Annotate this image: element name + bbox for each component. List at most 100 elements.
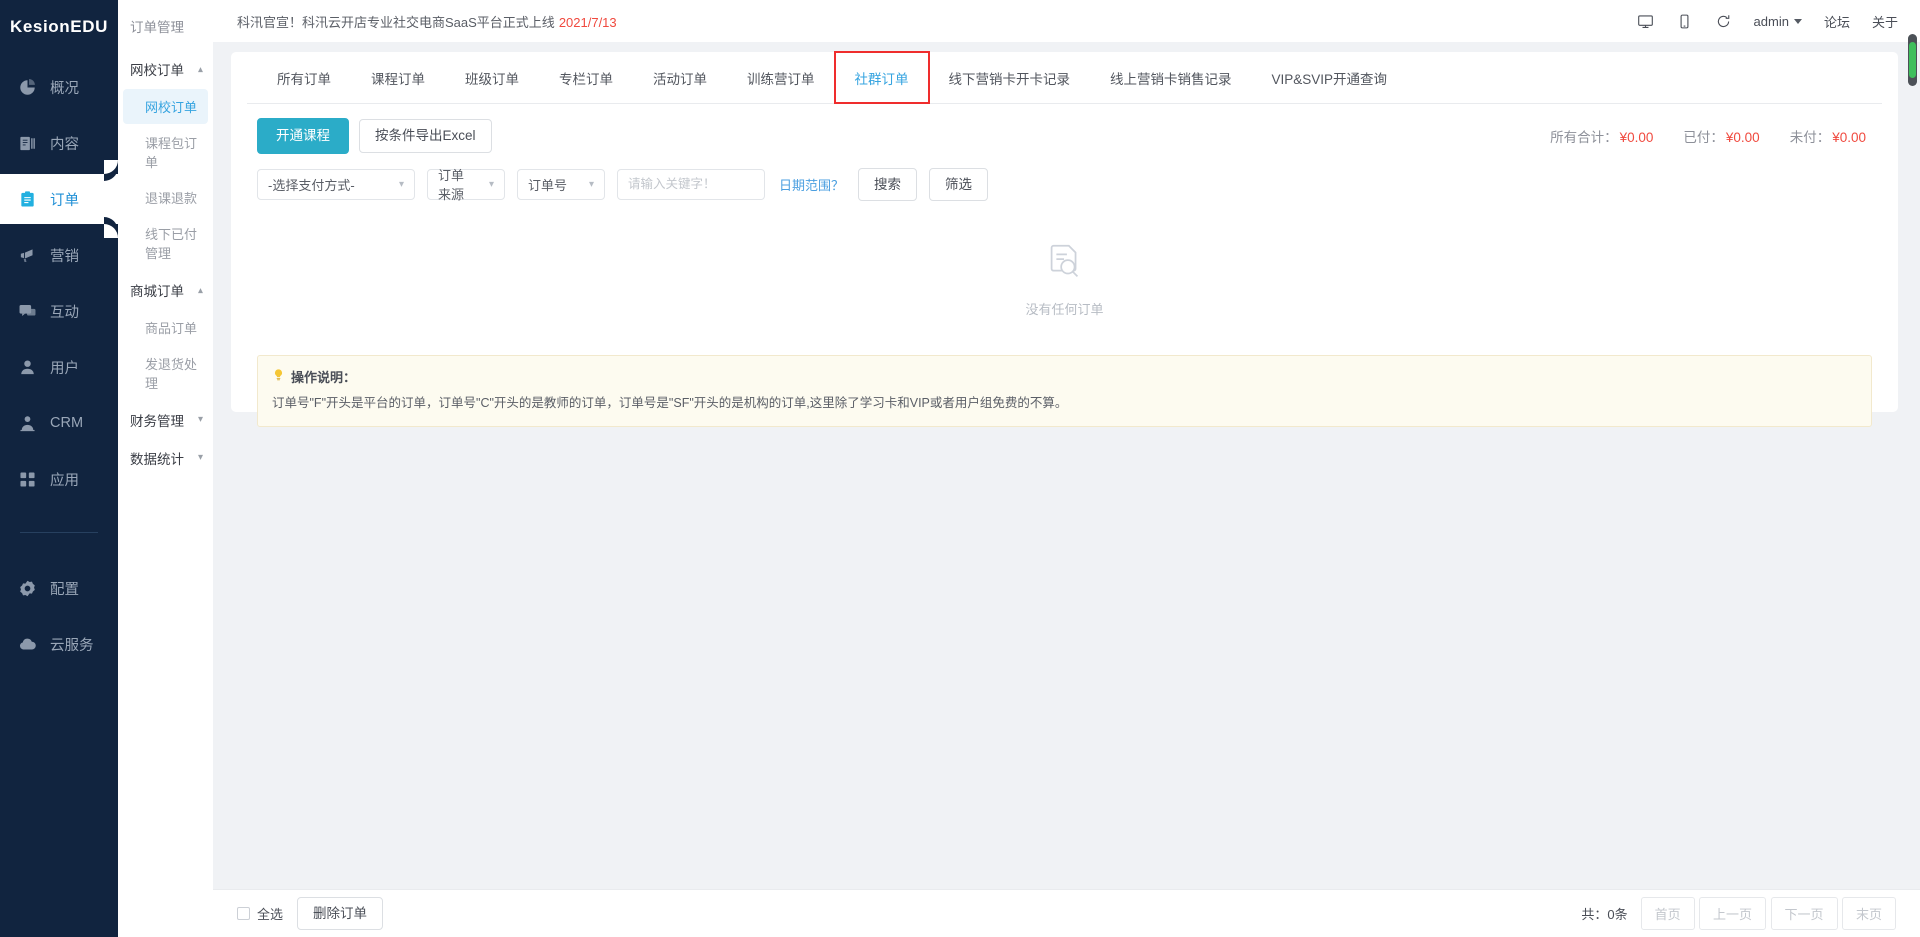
pay-method-value: -选择支付方式- — [268, 177, 355, 193]
tab-7[interactable]: 线下营销卡开卡记录 — [929, 52, 1091, 103]
lightbulb-icon — [272, 368, 285, 385]
vertical-scrollbar[interactable] — [1908, 34, 1917, 86]
operation-notice-title: 操作说明： — [291, 370, 357, 386]
submenu-list: 网校订单 ▾ 网校订单 课程包订单 退课退款 线下已付管理 商城订单 ▾ 商品订单 发退货处理 财务… — [118, 50, 213, 477]
content-wrapper: 所有订单 课程订单 班级订单 专栏订单 活动订单 训练营订单 社群订单 线下营销卡开卡记录 线上… — [213, 42, 1920, 889]
sidebar-item-label: 营销 — [50, 248, 79, 265]
gear-icon — [18, 579, 37, 598]
announcement-text: 科汛官宣！科汛云开店专业社交电商SaaS平台正式上线 — [237, 14, 555, 30]
sidebar-item-1[interactable]: 内容 — [0, 118, 118, 168]
search-button[interactable]: 搜索 — [858, 167, 918, 202]
crm-user-icon — [18, 414, 37, 433]
order-totals: 所有合计： ¥0.00 已付： ¥0.00 未付： ¥0.00 — [1550, 126, 1872, 146]
order-source-select[interactable]: 订单来源 ▾ — [427, 168, 505, 202]
open-course-button[interactable]: 开通课程 — [257, 118, 349, 154]
order-no-value: 订单号 — [528, 177, 568, 193]
chevron-down-icon: ▾ — [197, 452, 203, 463]
tab-6[interactable]: 社群订单 — [833, 51, 930, 104]
sidebar-item-3[interactable]: 营销 — [0, 230, 118, 280]
keyword-input[interactable] — [617, 168, 765, 200]
date-range-link[interactable]: 日期范围？ — [779, 175, 844, 194]
chevron-up-icon: ▾ — [197, 285, 203, 296]
page-button-3[interactable]: 末页 — [1841, 897, 1896, 930]
secondary-sidebar: 订单管理 网校订单 ▾ 网校订单 课程包订单 退课退款 线下已付管理 商城订单 ▾ 商品订单 发退… — [118, 0, 213, 937]
empty-state-label: 没有任何订单 — [1025, 302, 1104, 318]
chevron-up-icon: ▾ — [197, 64, 203, 75]
chevron-down-icon: ▾ — [197, 414, 203, 425]
sidebar-divider — [20, 532, 98, 533]
sidebar-item-label: 应用 — [50, 472, 79, 489]
sidebar-item-4[interactable]: 互动 — [0, 286, 118, 336]
chart-pie-icon — [18, 78, 37, 97]
select-all-checkbox[interactable]: 全选 — [237, 904, 283, 923]
tab-4[interactable]: 活动订单 — [633, 52, 727, 103]
user-name: admin — [1753, 13, 1789, 29]
refresh-icon[interactable] — [1715, 13, 1732, 30]
announcement: 科汛官宣！科汛云开店专业社交电商SaaS平台正式上线 2021/7/13 — [237, 12, 617, 31]
pagination-buttons: 首页 上一页 下一页 末页 — [1640, 897, 1896, 930]
order-source-value: 订单来源 — [438, 168, 465, 203]
scrollbar-thumb[interactable] — [1909, 42, 1916, 78]
total-0: 所有合计： ¥0.00 — [1550, 129, 1654, 145]
submenu-group-3[interactable]: 数据统计 ▾ — [118, 439, 213, 477]
footer-left: 全选 删除订单 — [237, 896, 384, 931]
operation-notice-header: 操作说明： — [272, 367, 1857, 386]
total-amount: ¥0.00 — [1619, 129, 1654, 145]
pay-method-select[interactable]: -选择支付方式- ▾ — [257, 168, 415, 200]
sidebar-item-0[interactable]: 概况 — [0, 62, 118, 112]
page-button-0[interactable]: 首页 — [1640, 897, 1695, 930]
tab-5[interactable]: 训练营订单 — [727, 52, 835, 103]
mobile-icon[interactable] — [1676, 13, 1693, 30]
sidebar-item-7[interactable]: 应用 — [0, 454, 118, 504]
total-2: 未付： ¥0.00 — [1789, 129, 1866, 145]
sidebar-item-label: 内容 — [50, 136, 79, 153]
submenu-item-0-1[interactable]: 课程包订单 — [123, 125, 208, 179]
total-1: 已付： ¥0.00 — [1683, 129, 1760, 145]
tab-0[interactable]: 所有订单 — [257, 52, 351, 103]
export-excel-button[interactable]: 按条件导出Excel — [359, 119, 492, 153]
desktop-icon[interactable] — [1637, 13, 1654, 30]
chevron-down-icon — [1793, 18, 1802, 24]
sidebar-item-5[interactable]: 用户 — [0, 342, 118, 392]
delete-order-button[interactable]: 删除订单 — [297, 896, 384, 931]
sidebar-item-0[interactable]: 配置 — [0, 563, 118, 613]
sidebar-item-1[interactable]: 云服务 — [0, 619, 118, 669]
submenu-group-label: 财务管理 — [130, 414, 184, 429]
tab-3[interactable]: 专栏订单 — [539, 52, 633, 103]
document-search-icon — [1042, 240, 1088, 291]
page-button-1[interactable]: 上一页 — [1699, 897, 1767, 930]
content-list-icon — [18, 134, 37, 153]
select-all-label: 全选 — [257, 906, 284, 922]
user-menu[interactable]: admin — [1754, 14, 1802, 29]
sidebar-bottom-list: 配置 云服务 — [0, 563, 118, 675]
submenu-item-0-0[interactable]: 网校订单 — [123, 89, 208, 124]
submenu-group-1[interactable]: 商城订单 ▾ — [118, 271, 213, 309]
submenu-title: 订单管理 — [130, 20, 184, 35]
submenu-group-label: 网校订单 — [130, 63, 184, 78]
top-bar: 科汛官宣！科汛云开店专业社交电商SaaS平台正式上线 2021/7/13 adm… — [213, 0, 1920, 42]
about-link[interactable]: 关于 — [1872, 12, 1898, 31]
submenu-item-0-2[interactable]: 退课退款 — [123, 180, 208, 215]
primary-sidebar: KesionEDU 概况 内容 订单 营销 互动 用户 CRM 应用 配置 云服务 — [0, 0, 118, 937]
chevron-down-icon: ▾ — [588, 178, 594, 190]
tab-2[interactable]: 班级订单 — [445, 52, 539, 103]
sidebar-item-6[interactable]: CRM — [0, 398, 118, 448]
sidebar-item-label: 概况 — [50, 80, 79, 97]
sidebar-item-2[interactable]: 订单 — [0, 160, 118, 238]
tab-8[interactable]: 线上营销卡销售记录 — [1090, 52, 1252, 103]
submenu-group-2[interactable]: 财务管理 ▾ — [118, 401, 213, 439]
order-no-select[interactable]: 订单号 ▾ — [517, 168, 605, 200]
filter-button[interactable]: 筛选 — [929, 167, 989, 202]
chevron-down-icon: ▾ — [398, 178, 404, 190]
page-button-2[interactable]: 下一页 — [1770, 897, 1838, 930]
submenu-item-1-1[interactable]: 发退货处理 — [123, 346, 208, 400]
submenu-item-1-0[interactable]: 商品订单 — [123, 310, 208, 345]
tab-9[interactable]: VIP&SVIP开通查询 — [1252, 52, 1408, 103]
orders-card: 所有订单 课程订单 班级订单 专栏订单 活动订单 训练营订单 社群订单 线下营销卡开卡记录 线上… — [231, 51, 1898, 427]
forum-link[interactable]: 论坛 — [1824, 12, 1850, 31]
submenu-group-0[interactable]: 网校订单 ▾ — [118, 50, 213, 88]
tab-1[interactable]: 课程订单 — [351, 52, 445, 103]
submenu-item-0-3[interactable]: 线下已付管理 — [123, 216, 208, 270]
chevron-down-icon: ▾ — [488, 178, 494, 190]
pagination: 共：0条 首页 上一页 下一页 末页 — [1581, 897, 1896, 930]
